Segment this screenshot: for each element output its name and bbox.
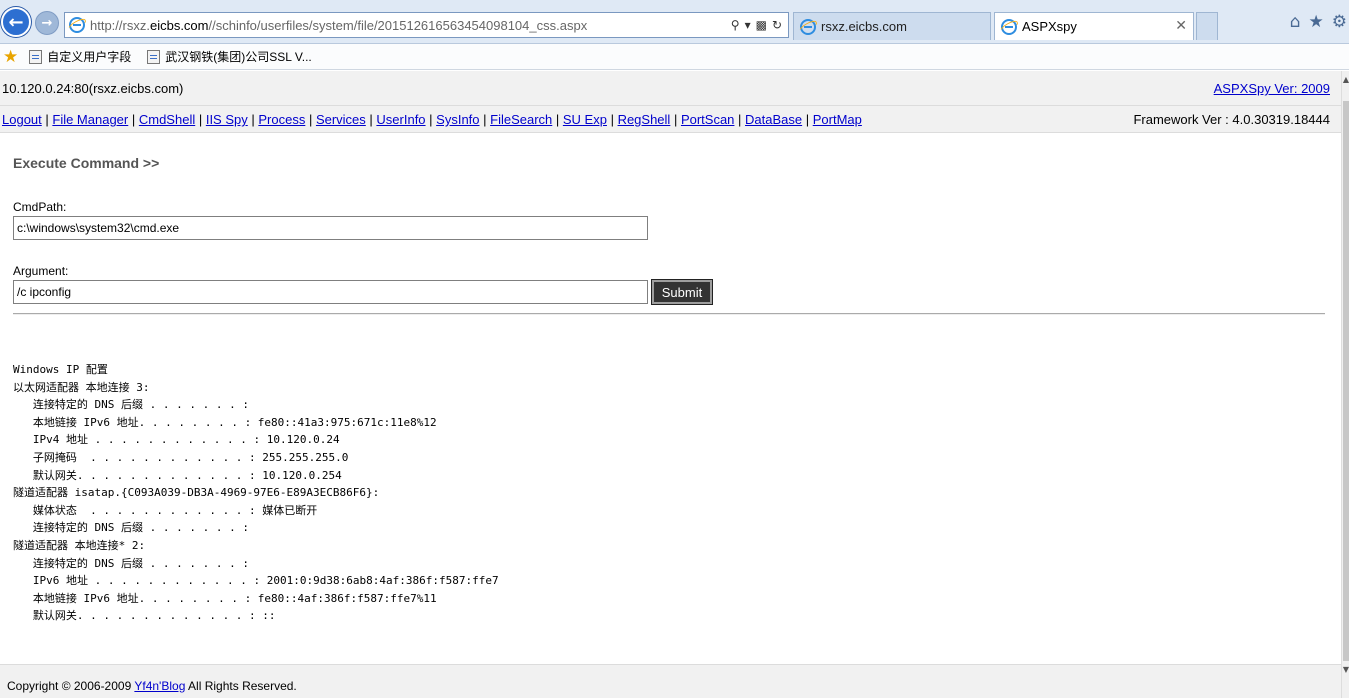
output-line: 媒体状态 . . . . . . . . . . . . : 媒体已断开 — [13, 503, 318, 517]
page-viewport: 10.120.0.24:80(rsxz.eicbs.com) ASPXSpy V… — [0, 71, 1341, 698]
cmdpath-label: CmdPath: — [13, 200, 67, 214]
menu-iis-spy[interactable]: IIS Spy — [206, 112, 248, 127]
output-line: 默认网关. . . . . . . . . . . . . : :: — [13, 609, 276, 623]
menu-process[interactable]: Process — [258, 112, 305, 127]
browser-toolbar: ← → http://rsxz.eicbs.com//schinfo/userf… — [0, 0, 1349, 44]
menu-database[interactable]: DataBase — [745, 112, 802, 127]
favorites-star-icon[interactable]: ★ — [1309, 12, 1324, 32]
menu-services[interactable]: Services — [316, 112, 366, 127]
blog-link[interactable]: Yf4n'Blog — [134, 679, 185, 693]
page-icon — [29, 49, 43, 64]
add-favorite-icon[interactable]: ★ — [3, 47, 18, 67]
output-line: 以太网适配器 本地连接 3: — [13, 380, 150, 394]
menu-portscan[interactable]: PortScan — [681, 112, 734, 127]
address-url[interactable]: http://rsxz.eicbs.com//schinfo/userfiles… — [90, 18, 731, 33]
ie-tab-icon — [1001, 18, 1017, 35]
cmdpath-input[interactable] — [13, 216, 648, 240]
address-bar[interactable]: http://rsxz.eicbs.com//schinfo/userfiles… — [64, 12, 789, 38]
tab-label: ASPXspy — [1022, 19, 1077, 34]
page-icon — [147, 49, 161, 64]
menu-file-manager[interactable]: File Manager — [52, 112, 128, 127]
footer: Copyright © 2006-2009 Yf4n'Blog All Righ… — [0, 664, 1341, 698]
output-line: IPv4 地址 . . . . . . . . . . . . : 10.120… — [13, 433, 340, 447]
nav-menu: Logout | File Manager | CmdShell | IIS S… — [0, 106, 1341, 133]
ie-page-icon — [69, 17, 85, 33]
dropdown-icon[interactable]: ▾ — [745, 18, 751, 32]
scroll-up-icon[interactable]: ▲ — [1342, 75, 1349, 84]
command-output: Windows IP 配置以太网适配器 本地连接 3: 连接特定的 DNS 后缀… — [13, 361, 499, 625]
menu-regshell[interactable]: RegShell — [618, 112, 671, 127]
submit-button[interactable]: Submit — [651, 279, 713, 305]
scroll-down-icon[interactable]: ▼ — [1342, 665, 1349, 674]
tab-label: rsxz.eicbs.com — [821, 19, 907, 34]
home-icon[interactable]: ⌂ — [1290, 12, 1301, 32]
refresh-icon[interactable]: ↻ — [772, 18, 782, 32]
favorite-label: 武汉钢铁(集团)公司SSL V... — [165, 50, 312, 64]
version-link[interactable]: ASPXSpy Ver: 2009 — [1214, 81, 1330, 96]
new-tab-button[interactable] — [1196, 12, 1218, 40]
menu-sysinfo[interactable]: SysInfo — [436, 112, 479, 127]
back-button[interactable]: ← — [1, 7, 31, 37]
menu-filesearch[interactable]: FileSearch — [490, 112, 552, 127]
ie-tab-icon — [800, 18, 816, 35]
search-icon[interactable]: ⚲ — [731, 18, 740, 32]
output-line: 连接特定的 DNS 后缀 . . . . . . . : — [13, 521, 249, 535]
output-line: 本地链接 IPv6 地址. . . . . . . . : fe80::4af:… — [13, 591, 437, 605]
output-line: 本地链接 IPv6 地址. . . . . . . . : fe80::41a3… — [13, 415, 437, 429]
gear-icon[interactable]: ⚙ — [1332, 12, 1347, 32]
tab-rsxz[interactable]: rsxz.eicbs.com — [793, 12, 991, 40]
compatibility-view-icon[interactable]: ▩ — [756, 18, 767, 32]
argument-label: Argument: — [13, 264, 69, 278]
close-tab-icon[interactable]: ✕ — [1175, 18, 1187, 34]
output-line: IPv6 地址 . . . . . . . . . . . . : 2001:0… — [13, 574, 499, 588]
menu-userinfo[interactable]: UserInfo — [376, 112, 425, 127]
output-line: 隧道适配器 isatap.{C093A039-DB3A-4969-97E6-E8… — [13, 486, 380, 500]
host-info: 10.120.0.24:80(rsxz.eicbs.com) — [2, 81, 184, 96]
tab-aspxspy[interactable]: ASPXspy ✕ — [994, 12, 1194, 40]
page-title: Execute Command >> — [13, 155, 160, 171]
scrollbar-thumb[interactable] — [1343, 101, 1349, 661]
output-line: 默认网关. . . . . . . . . . . . . : 10.120.0… — [13, 468, 342, 482]
output-line: Windows IP 配置 — [13, 363, 108, 376]
output-line: 连接特定的 DNS 后缀 . . . . . . . : — [13, 556, 249, 570]
forward-button[interactable]: → — [35, 11, 59, 35]
favorites-bar: ★ 自定义用户字段 武汉钢铁(集团)公司SSL V... — [0, 44, 1349, 70]
favorite-item[interactable]: 武汉钢铁(集团)公司SSL V... — [139, 48, 312, 65]
output-line: 隧道适配器 本地连接* 2: — [13, 538, 146, 552]
rights-text: All Rights Reserved. — [185, 679, 297, 693]
favorite-label: 自定义用户字段 — [47, 50, 132, 64]
divider — [13, 313, 1325, 315]
output-line: 连接特定的 DNS 后缀 . . . . . . . : — [13, 398, 249, 412]
header-bar: 10.120.0.24:80(rsxz.eicbs.com) ASPXSpy V… — [0, 71, 1341, 106]
menu-logout[interactable]: Logout — [2, 112, 42, 127]
menu-su-exp[interactable]: SU Exp — [563, 112, 607, 127]
favorite-item[interactable]: 自定义用户字段 — [21, 48, 131, 65]
framework-version: Framework Ver : 4.0.30319.18444 — [1133, 112, 1330, 127]
argument-input[interactable] — [13, 280, 648, 304]
output-line: 子网掩码 . . . . . . . . . . . . : 255.255.2… — [13, 450, 349, 464]
menu-cmdshell[interactable]: CmdShell — [139, 112, 195, 127]
menu-portmap[interactable]: PortMap — [813, 112, 862, 127]
vertical-scrollbar[interactable]: ▲ ▼ — [1341, 71, 1349, 698]
copyright-text: Copyright © 2006-2009 — [7, 679, 135, 693]
